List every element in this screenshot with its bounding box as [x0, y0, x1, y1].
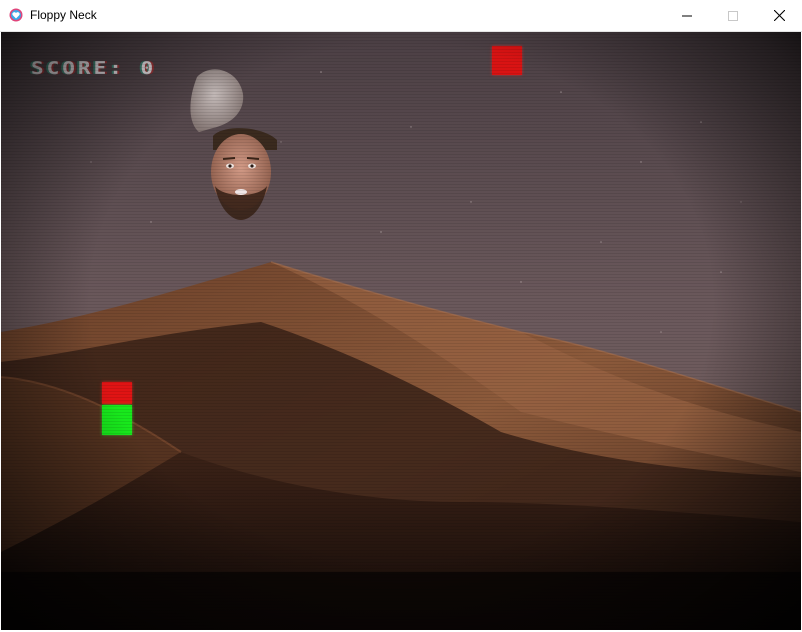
red-block-left [102, 382, 132, 404]
minimize-icon [682, 15, 692, 16]
desert-background [1, 32, 801, 630]
score-label: SCORE: [31, 58, 125, 79]
maximize-button[interactable] [710, 0, 756, 31]
maximize-icon [728, 10, 738, 21]
window-title: Floppy Neck [30, 8, 97, 22]
close-button[interactable] [756, 0, 802, 31]
game-viewport[interactable]: SCORE: 0 [1, 32, 801, 630]
close-icon [773, 10, 785, 21]
green-block-left [102, 405, 132, 435]
window-titlebar[interactable]: Floppy Neck [0, 0, 802, 32]
score-value: 0 [140, 58, 157, 79]
red-block-top [492, 46, 522, 75]
minimize-button[interactable] [664, 0, 710, 31]
heart-icon [9, 8, 23, 22]
score-display: SCORE: 0 [31, 58, 156, 78]
